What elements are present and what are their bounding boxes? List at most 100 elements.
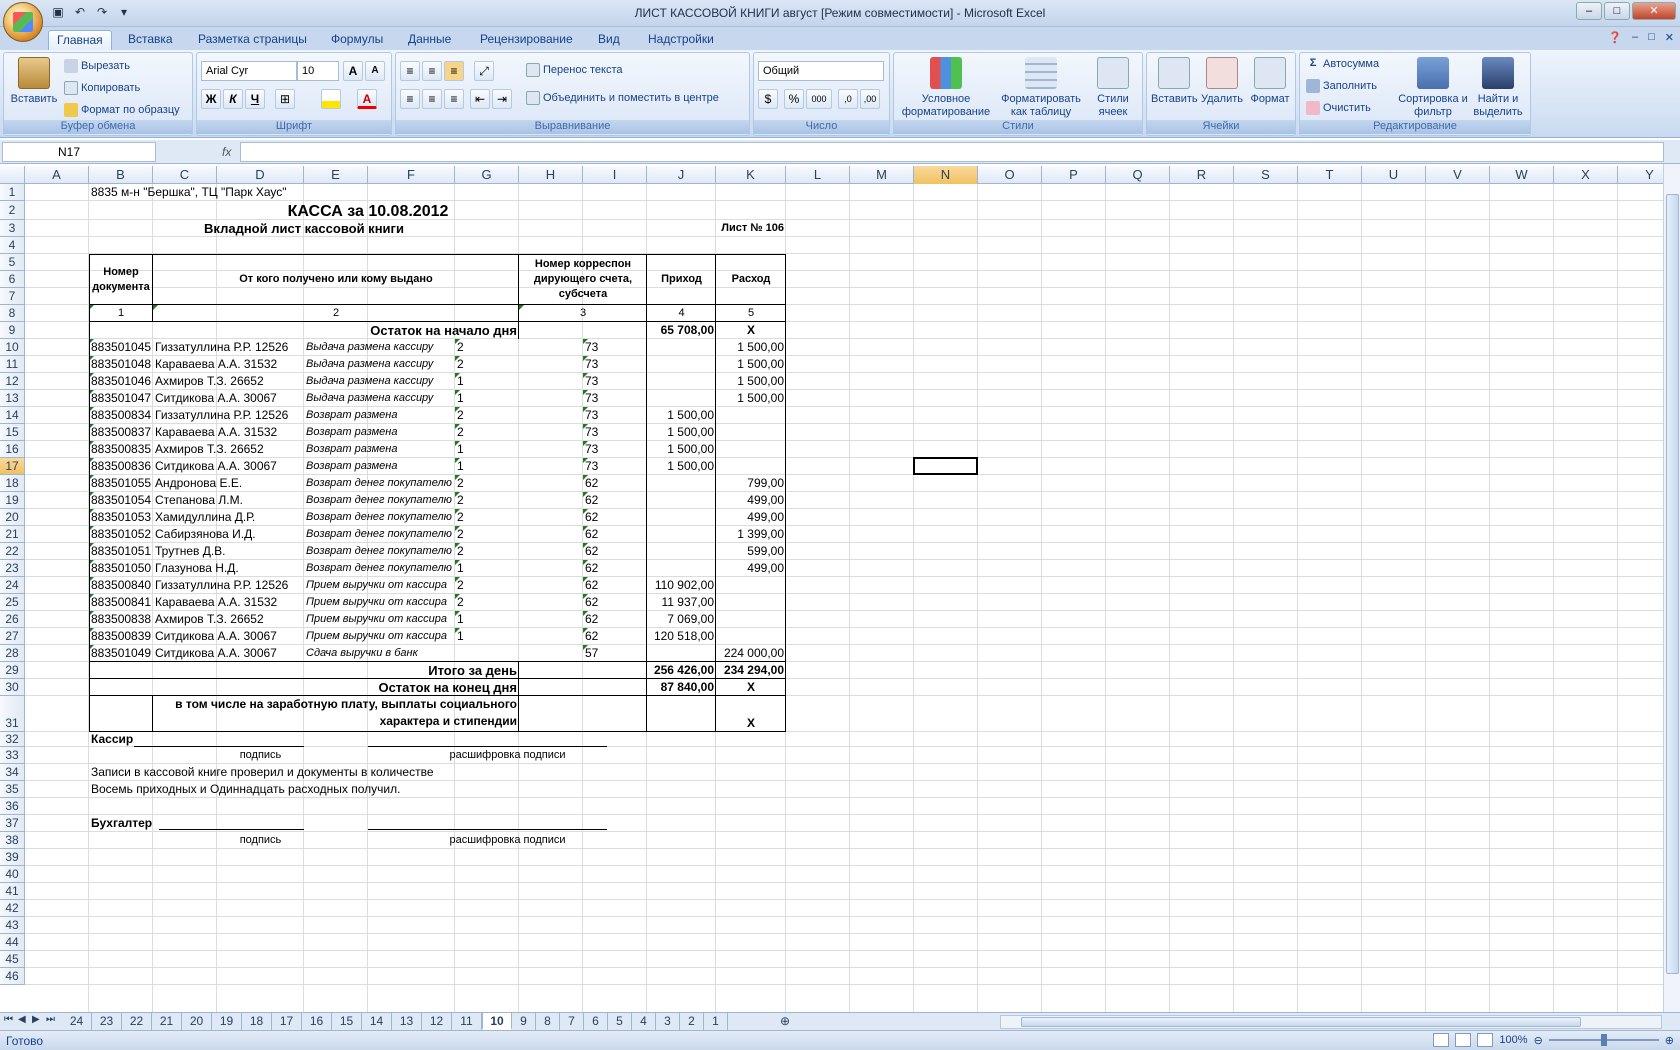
doc-number-cell[interactable]: 883501053 bbox=[91, 509, 151, 526]
sheet-tab-9[interactable]: 9 bbox=[512, 1013, 536, 1030]
description-cell[interactable]: Выдача размена кассиру bbox=[306, 339, 453, 356]
fill-button[interactable]: Заполнить bbox=[1306, 79, 1377, 93]
increase-decimal-icon[interactable]: ,0 bbox=[838, 89, 858, 109]
align-bottom-icon[interactable]: ≡ bbox=[444, 61, 464, 81]
doc-number-cell[interactable]: 883500840 bbox=[91, 577, 151, 594]
doc-restore-icon[interactable]: □ bbox=[1648, 31, 1655, 44]
row-header-6[interactable]: 6 bbox=[0, 271, 25, 288]
column-header-i[interactable]: I bbox=[583, 166, 647, 184]
count-text[interactable]: Восемь приходных и Одиннадцать расходных… bbox=[91, 781, 645, 798]
thousands-button[interactable]: 000 bbox=[806, 89, 832, 109]
income-cell[interactable] bbox=[649, 560, 714, 577]
name-cell[interactable]: Хамидуллина Д.Р. bbox=[155, 509, 302, 526]
italic-button[interactable]: К bbox=[223, 89, 243, 109]
including-label-2[interactable]: характера и стипендии bbox=[155, 696, 517, 732]
signature-caption[interactable]: подпись bbox=[155, 832, 366, 849]
sheet-tab-17[interactable]: 17 bbox=[272, 1013, 302, 1030]
expense-cell[interactable]: 599,00 bbox=[718, 543, 784, 560]
checked-text[interactable]: Записи в кассовой книге проверил и докум… bbox=[91, 764, 645, 781]
sheet-number-cell[interactable]: Лист № 106 bbox=[649, 220, 784, 237]
description-cell[interactable]: Возврат денег покупателю bbox=[306, 475, 453, 492]
total-expense-cell[interactable]: 234 294,00 bbox=[718, 662, 784, 679]
sheet-tab-7[interactable]: 7 bbox=[560, 1013, 584, 1030]
column-header-l[interactable]: L bbox=[786, 166, 850, 184]
total-label[interactable]: Итого за день bbox=[91, 662, 517, 679]
expense-cell[interactable]: 1 399,00 bbox=[718, 526, 784, 543]
cashier-label[interactable]: Кассир bbox=[91, 732, 151, 747]
column-header-f[interactable]: F bbox=[368, 166, 455, 184]
sort-filter-button[interactable]: Сортировка и фильтр bbox=[1398, 57, 1468, 119]
expense-cell[interactable]: 224 000,00 bbox=[718, 645, 784, 662]
account-cell[interactable]: 62 bbox=[585, 628, 645, 645]
sheet-tab-21[interactable]: 21 bbox=[152, 1013, 182, 1030]
paste-button[interactable]: Вставить bbox=[8, 57, 60, 106]
closing-x-cell[interactable]: X bbox=[718, 679, 784, 696]
account-cell[interactable]: 62 bbox=[585, 560, 645, 577]
insert-cells-button[interactable]: Вставить bbox=[1151, 57, 1198, 106]
doc-number-cell[interactable]: 883501049 bbox=[91, 645, 151, 662]
column-header-k[interactable]: K bbox=[716, 166, 786, 184]
zoom-in-icon[interactable]: ⊕ bbox=[1665, 1034, 1674, 1047]
expense-cell[interactable] bbox=[718, 577, 784, 594]
income-cell[interactable]: 1 500,00 bbox=[649, 458, 714, 475]
row-header-35[interactable]: 35 bbox=[0, 781, 25, 798]
cell-styles-button[interactable]: Стили ячеек bbox=[1088, 57, 1138, 119]
description-cell[interactable]: Прием выручки от кассира bbox=[306, 577, 453, 594]
count-cell[interactable]: 1 bbox=[457, 441, 517, 458]
sheet-tab-10[interactable]: 10 bbox=[482, 1013, 512, 1030]
shrink-font-button[interactable]: A bbox=[365, 61, 385, 81]
doc-number-cell[interactable]: 883501050 bbox=[91, 560, 151, 577]
tab-review[interactable]: Рецензирование bbox=[472, 30, 581, 50]
income-cell[interactable]: 1 500,00 bbox=[649, 424, 714, 441]
description-cell[interactable]: Прием выручки от кассира bbox=[306, 594, 453, 611]
sheet-tab-15[interactable]: 15 bbox=[332, 1013, 362, 1030]
grow-font-button[interactable]: A bbox=[343, 61, 363, 81]
name-cell[interactable]: Гиззатуллина Р.Р. 12526 bbox=[155, 577, 302, 594]
align-middle-icon[interactable]: ≡ bbox=[422, 61, 442, 81]
description-cell[interactable]: Возврат размена bbox=[306, 458, 453, 475]
column-header-n[interactable]: N bbox=[914, 166, 978, 184]
expense-cell[interactable]: 499,00 bbox=[718, 492, 784, 509]
expense-cell[interactable] bbox=[718, 628, 784, 645]
description-cell[interactable]: Выдача размена кассиру bbox=[306, 390, 453, 407]
name-cell[interactable]: Андронова Е.Е. bbox=[155, 475, 302, 492]
income-cell[interactable]: 1 500,00 bbox=[649, 441, 714, 458]
row-header-12[interactable]: 12 bbox=[0, 373, 25, 390]
increase-indent-icon[interactable]: ⇥ bbox=[492, 89, 512, 109]
description-cell[interactable]: Возврат размена bbox=[306, 441, 453, 458]
name-cell[interactable]: Степанова Л.М. bbox=[155, 492, 302, 509]
align-center-icon[interactable]: ≡ bbox=[422, 89, 442, 109]
closing-balance-label[interactable]: Остаток на конец дня bbox=[91, 679, 517, 696]
income-cell[interactable] bbox=[649, 373, 714, 390]
delete-cells-button[interactable]: Удалить bbox=[1199, 57, 1245, 106]
find-select-button[interactable]: Найти и выделить bbox=[1468, 57, 1528, 119]
row-header-42[interactable]: 42 bbox=[0, 900, 25, 917]
doc-number-header[interactable]: Номер документа bbox=[91, 254, 151, 305]
last-sheet-icon[interactable]: ⏭ bbox=[46, 1014, 55, 1025]
row-header-46[interactable]: 46 bbox=[0, 968, 25, 985]
column-number-cell[interactable]: 1 bbox=[91, 305, 151, 322]
description-cell[interactable]: Прием выручки от кассира bbox=[306, 628, 453, 645]
column-number-cell[interactable]: 5 bbox=[718, 305, 784, 322]
format-as-table-button[interactable]: Форматировать как таблицу bbox=[998, 57, 1084, 119]
font-color-icon[interactable]: A bbox=[357, 89, 377, 109]
including-x-cell[interactable]: X bbox=[718, 696, 784, 732]
first-sheet-icon[interactable]: ⏮ bbox=[4, 1014, 13, 1025]
column-header-x[interactable]: X bbox=[1554, 166, 1618, 184]
account-cell[interactable]: 57 bbox=[585, 645, 645, 662]
sheet-tab-22[interactable]: 22 bbox=[122, 1013, 152, 1030]
account-cell[interactable]: 73 bbox=[585, 373, 645, 390]
count-cell[interactable]: 2 bbox=[457, 594, 517, 611]
row-header-30[interactable]: 30 bbox=[0, 679, 25, 696]
income-cell[interactable] bbox=[649, 645, 714, 662]
doc-number-cell[interactable]: 883501054 bbox=[91, 492, 151, 509]
count-cell[interactable]: 2 bbox=[457, 509, 517, 526]
cells[interactable]: 8835 м-н "Бершка", ТЦ "Парк Хаус" КАССА з… bbox=[25, 184, 1663, 1012]
sheet-tab-5[interactable]: 5 bbox=[608, 1013, 632, 1030]
name-cell[interactable]: Ахмиров Т.З. 26652 bbox=[155, 373, 302, 390]
income-cell[interactable] bbox=[649, 390, 714, 407]
zoom-slider[interactable] bbox=[1548, 1034, 1659, 1046]
expense-cell[interactable]: 499,00 bbox=[718, 509, 784, 526]
doc-minimize-icon[interactable]: – bbox=[1632, 31, 1638, 44]
name-cell[interactable]: Гиззатуллина Р.Р. 12526 bbox=[155, 407, 302, 424]
